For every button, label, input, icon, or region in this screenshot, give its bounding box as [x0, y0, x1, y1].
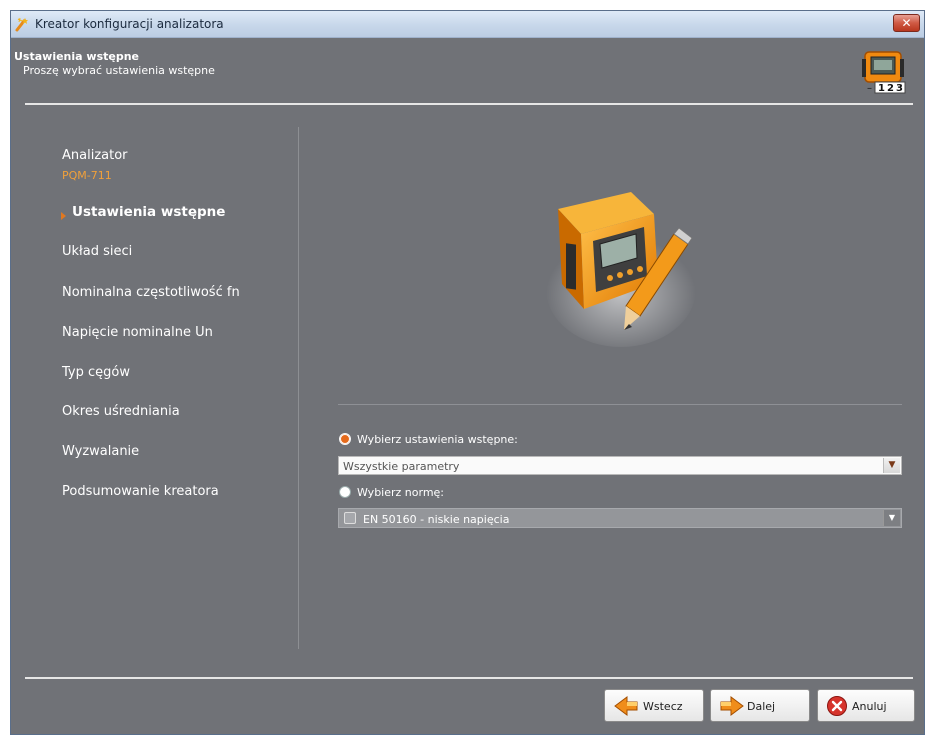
preset-select[interactable]: Wszystkie parametry ▼	[338, 456, 902, 475]
nav-step-preset[interactable]: Ustawienia wstępne	[72, 204, 225, 220]
svg-text:3: 3	[896, 83, 903, 94]
nav-analyzer-label: Analizator	[62, 148, 128, 163]
nav-analyzer-model: PQM-711	[62, 169, 112, 182]
arrow-right-icon	[720, 696, 744, 716]
nav-step-triggering[interactable]: Wyzwalanie	[62, 444, 139, 459]
wizard-window: Kreator konfiguracji analizatora ✕ Ustaw…	[10, 10, 925, 735]
nav-step-network[interactable]: Układ sieci	[62, 244, 132, 259]
arrow-left-icon	[614, 696, 638, 716]
standard-select: EN 50160 - niskie napięcia ▼	[338, 508, 902, 528]
page-title: Ustawienia wstępne	[14, 50, 140, 63]
close-button[interactable]: ✕	[893, 14, 920, 32]
close-icon: ✕	[901, 16, 912, 30]
svg-text:2: 2	[887, 83, 894, 94]
wizard-icon	[15, 17, 28, 32]
next-button[interactable]: Dalej	[710, 689, 810, 722]
window-title: Kreator konfiguracji analizatora	[35, 17, 224, 31]
chevron-down-icon[interactable]: ▼	[883, 458, 900, 473]
cancel-button-label: Anuluj	[852, 700, 887, 713]
chevron-down-icon: ▼	[883, 510, 900, 526]
nav-step-voltage[interactable]: Napięcie nominalne Un	[62, 325, 213, 340]
analyzer-123-icon: 1 2 3 –	[862, 51, 906, 94]
standard-radio[interactable]	[339, 486, 351, 498]
active-step-arrow-icon	[61, 212, 66, 220]
nav-step-summary[interactable]: Podsumowanie kreatora	[62, 484, 219, 499]
wizard-header: Ustawienia wstępne Proszę wybrać ustawie…	[11, 39, 924, 104]
standard-select-value: EN 50160 - niskie napięcia	[363, 513, 510, 526]
svg-text:1: 1	[878, 83, 885, 94]
analyzer-with-pen-illustration	[546, 192, 696, 347]
back-button-label: Wstecz	[643, 700, 683, 713]
cancel-button[interactable]: Anuluj	[817, 689, 915, 722]
next-button-label: Dalej	[747, 700, 776, 713]
nav-step-clamps[interactable]: Typ cęgów	[62, 365, 130, 380]
svg-text:–: –	[867, 83, 872, 94]
nav-step-frequency[interactable]: Nominalna częstotliwość fn	[62, 285, 240, 300]
preset-select-value: Wszystkie parametry	[343, 460, 460, 473]
back-button[interactable]: Wstecz	[604, 689, 704, 722]
standard-radio-label: Wybierz normę:	[357, 486, 445, 499]
footer-divider	[25, 677, 913, 679]
preset-radio[interactable]	[339, 433, 351, 445]
nav-divider	[298, 127, 299, 649]
options-divider	[338, 404, 902, 405]
page-subtitle: Proszę wybrać ustawienia wstępne	[23, 64, 215, 77]
standard-option-icon	[344, 512, 356, 524]
cancel-x-icon	[827, 696, 847, 716]
header-divider	[25, 103, 913, 105]
preset-radio-label: Wybierz ustawienia wstępne:	[357, 433, 518, 446]
nav-step-averaging[interactable]: Okres uśredniania	[62, 404, 180, 419]
title-bar: Kreator konfiguracji analizatora ✕	[11, 11, 924, 38]
